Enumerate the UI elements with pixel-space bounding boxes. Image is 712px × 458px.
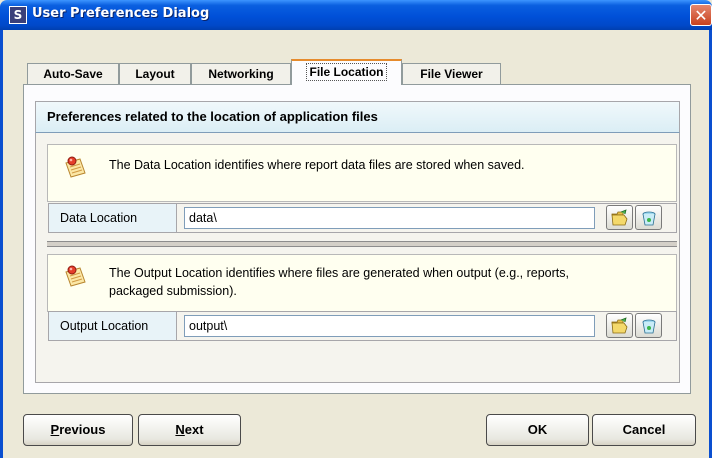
output-location-info-line1: The Output Location identifies where fil… — [109, 266, 569, 280]
tab-label: File Location — [306, 63, 387, 81]
tab-file-location[interactable]: File Location — [291, 59, 402, 85]
data-location-label: Data Location — [48, 203, 177, 233]
output-location-clear-button[interactable] — [635, 313, 662, 338]
data-location-clear-button[interactable] — [635, 205, 662, 230]
trash-icon — [642, 211, 656, 226]
window-frame-left — [0, 30, 3, 458]
section-header: Preferences related to the location of a… — [35, 101, 680, 133]
previous-label: revious — [59, 422, 106, 437]
folder-open-icon — [611, 209, 628, 226]
cancel-button[interactable]: Cancel — [592, 414, 696, 446]
window-title: User Preferences Dialog — [32, 6, 210, 21]
output-location-info: The Output Location identifies where fil… — [47, 254, 677, 312]
data-location-browse-button[interactable] — [606, 205, 633, 230]
tab-file-viewer[interactable]: File Viewer — [402, 63, 501, 84]
section-divider — [47, 241, 677, 247]
note-pin-icon — [65, 156, 86, 178]
next-mnemonic: N — [175, 422, 185, 437]
previous-button[interactable]: Previous — [23, 414, 133, 446]
previous-mnemonic: P — [50, 422, 60, 437]
tab-label: Networking — [208, 67, 274, 81]
close-button[interactable]: ✕ — [690, 4, 712, 26]
title-bar: S User Preferences Dialog ✕ — [0, 0, 712, 30]
app-icon: S — [9, 6, 27, 24]
tab-networking[interactable]: Networking — [191, 63, 291, 84]
trash-icon — [642, 319, 656, 334]
tab-label: Layout — [135, 67, 175, 81]
output-location-input[interactable] — [184, 315, 595, 337]
tab-label: File Viewer — [420, 67, 483, 81]
note-pin-icon — [65, 265, 86, 287]
output-location-label: Output Location — [48, 311, 177, 341]
next-label: ext — [184, 422, 204, 437]
data-location-input[interactable] — [184, 207, 595, 229]
data-location-info: The Data Location identifies where repor… — [47, 144, 677, 202]
tab-auto-save[interactable]: Auto-Save — [27, 63, 119, 84]
close-icon: ✕ — [694, 6, 708, 25]
output-location-info-line2: packaged submission). — [109, 284, 237, 298]
tab-label: Auto-Save — [43, 67, 103, 81]
tab-layout[interactable]: Layout — [119, 63, 191, 84]
data-location-info-text: The Data Location identifies where repor… — [109, 158, 525, 172]
ok-button[interactable]: OK — [486, 414, 589, 446]
folder-open-icon — [611, 317, 628, 334]
next-button[interactable]: Next — [138, 414, 241, 446]
output-location-browse-button[interactable] — [606, 313, 633, 338]
